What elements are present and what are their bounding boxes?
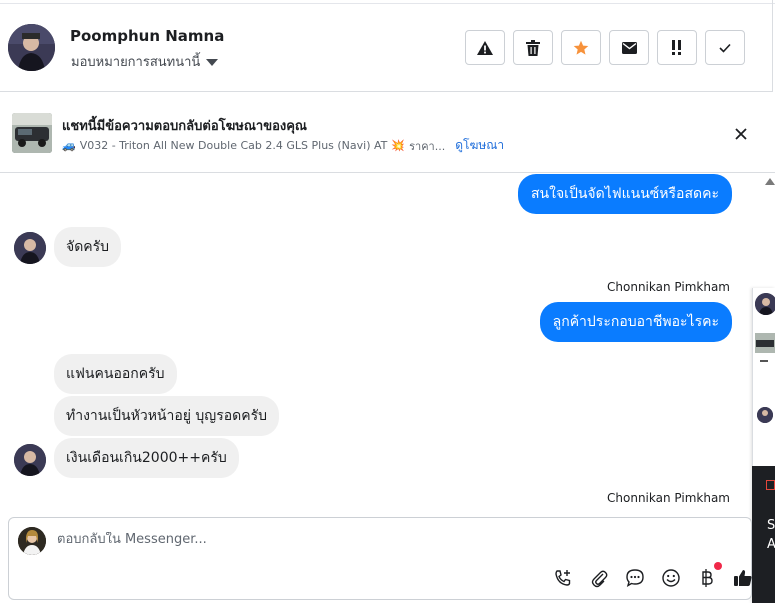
caret-down-icon — [206, 58, 219, 66]
composer-tools — [552, 562, 754, 589]
payment-button[interactable] — [696, 562, 722, 589]
contact-avatar-small — [14, 232, 46, 264]
assign-dropdown[interactable]: มอบหมายการสนทนานี้ — [71, 51, 219, 72]
contact-avatar-small — [14, 444, 46, 476]
mark-done-button[interactable] — [705, 30, 745, 65]
assign-label: มอบหมายการสนทนานี้ — [71, 55, 201, 70]
side-panel-avatar-small — [757, 407, 773, 423]
car-emoji: 🚙 — [62, 139, 76, 152]
trash-icon — [526, 39, 540, 56]
banner-subtitle: 🚙 V032 - Triton All New Double Cab 2.4 G… — [62, 136, 504, 155]
contact-avatar[interactable] — [8, 24, 55, 71]
conversation-header: Poomphun Namna มอบหมายการสนทนานี้ — [0, 4, 772, 92]
side-panel-text: A — [767, 537, 775, 552]
close-icon — [735, 128, 747, 140]
sender-name: Chonnikan Pimkham — [607, 280, 730, 294]
baht-icon — [702, 569, 713, 587]
reply-input[interactable] — [57, 532, 737, 547]
calendar-icon — [766, 480, 775, 490]
call-add-button[interactable] — [552, 567, 574, 589]
attach-button[interactable] — [588, 567, 610, 589]
my-avatar — [18, 527, 46, 555]
ad-thumbnail[interactable] — [12, 113, 52, 153]
message-thread[interactable]: สนใจเป็นจัดไฟแนนซ์หรือสดคะ จัดครับ Chonn… — [0, 174, 760, 512]
notification-dot — [714, 562, 722, 570]
scroll-up-icon[interactable] — [765, 178, 775, 185]
warning-icon — [477, 40, 493, 55]
view-ad-link[interactable]: ดูโฆษณา — [455, 136, 504, 155]
banner-title: แชทนี้มีข้อความตอบกลับต่อโฆษณาของคุณ — [62, 119, 307, 134]
delete-button[interactable] — [513, 30, 553, 65]
close-banner-button[interactable] — [731, 124, 751, 144]
side-panel-divider — [760, 360, 768, 362]
emoji-icon — [662, 569, 680, 587]
ad-name-more: ราคา... — [409, 139, 446, 153]
message-outgoing[interactable]: สนใจเป็นจัดไฟแนนซ์หรือสดคะ — [518, 174, 732, 214]
message-incoming[interactable]: จัดครับ — [54, 227, 122, 267]
message-composer — [8, 517, 752, 600]
urgent-icon — [672, 40, 681, 55]
report-spam-button[interactable] — [465, 30, 505, 65]
message-incoming[interactable]: ทำงานเป็นหัวหน้าอยู่ บุญรอดครับ — [54, 396, 280, 436]
follow-up-button[interactable] — [657, 30, 697, 65]
call-add-icon — [555, 570, 571, 586]
ad-reply-banner: แชทนี้มีข้อความตอบกลับต่อโฆษณาของคุณ 🚙 V… — [0, 93, 775, 173]
attach-icon — [591, 570, 608, 588]
sender-name: Chonnikan Pimkham — [607, 491, 730, 505]
star-button[interactable] — [561, 30, 601, 65]
ad-name: V032 - Triton All New Double Cab 2.4 GLS… — [79, 139, 388, 152]
star-icon — [573, 40, 589, 55]
spark-emoji: 💥 — [391, 139, 406, 152]
side-panel-text: S — [767, 518, 775, 533]
message-incoming[interactable]: เงินเดือนเกิน2000++ครับ — [54, 438, 239, 478]
message-incoming[interactable]: แฟนคนออกครับ — [54, 354, 177, 394]
saved-reply-icon — [626, 569, 644, 587]
header-actions — [465, 30, 745, 65]
saved-reply-button[interactable] — [624, 567, 646, 589]
check-icon — [719, 43, 731, 53]
side-panel-avatar — [755, 293, 775, 315]
like-button[interactable] — [732, 567, 754, 589]
side-panel-ad-thumbnail — [755, 333, 775, 353]
message-outgoing[interactable]: ลูกค้าประกอบอาชีพอะไรคะ — [539, 302, 732, 342]
emoji-button[interactable] — [660, 567, 682, 589]
mark-unread-button[interactable] — [609, 30, 649, 65]
envelope-icon — [621, 41, 637, 54]
contact-name[interactable]: Poomphun Namna — [70, 27, 224, 45]
like-icon — [734, 570, 752, 586]
right-divider — [772, 0, 773, 92]
